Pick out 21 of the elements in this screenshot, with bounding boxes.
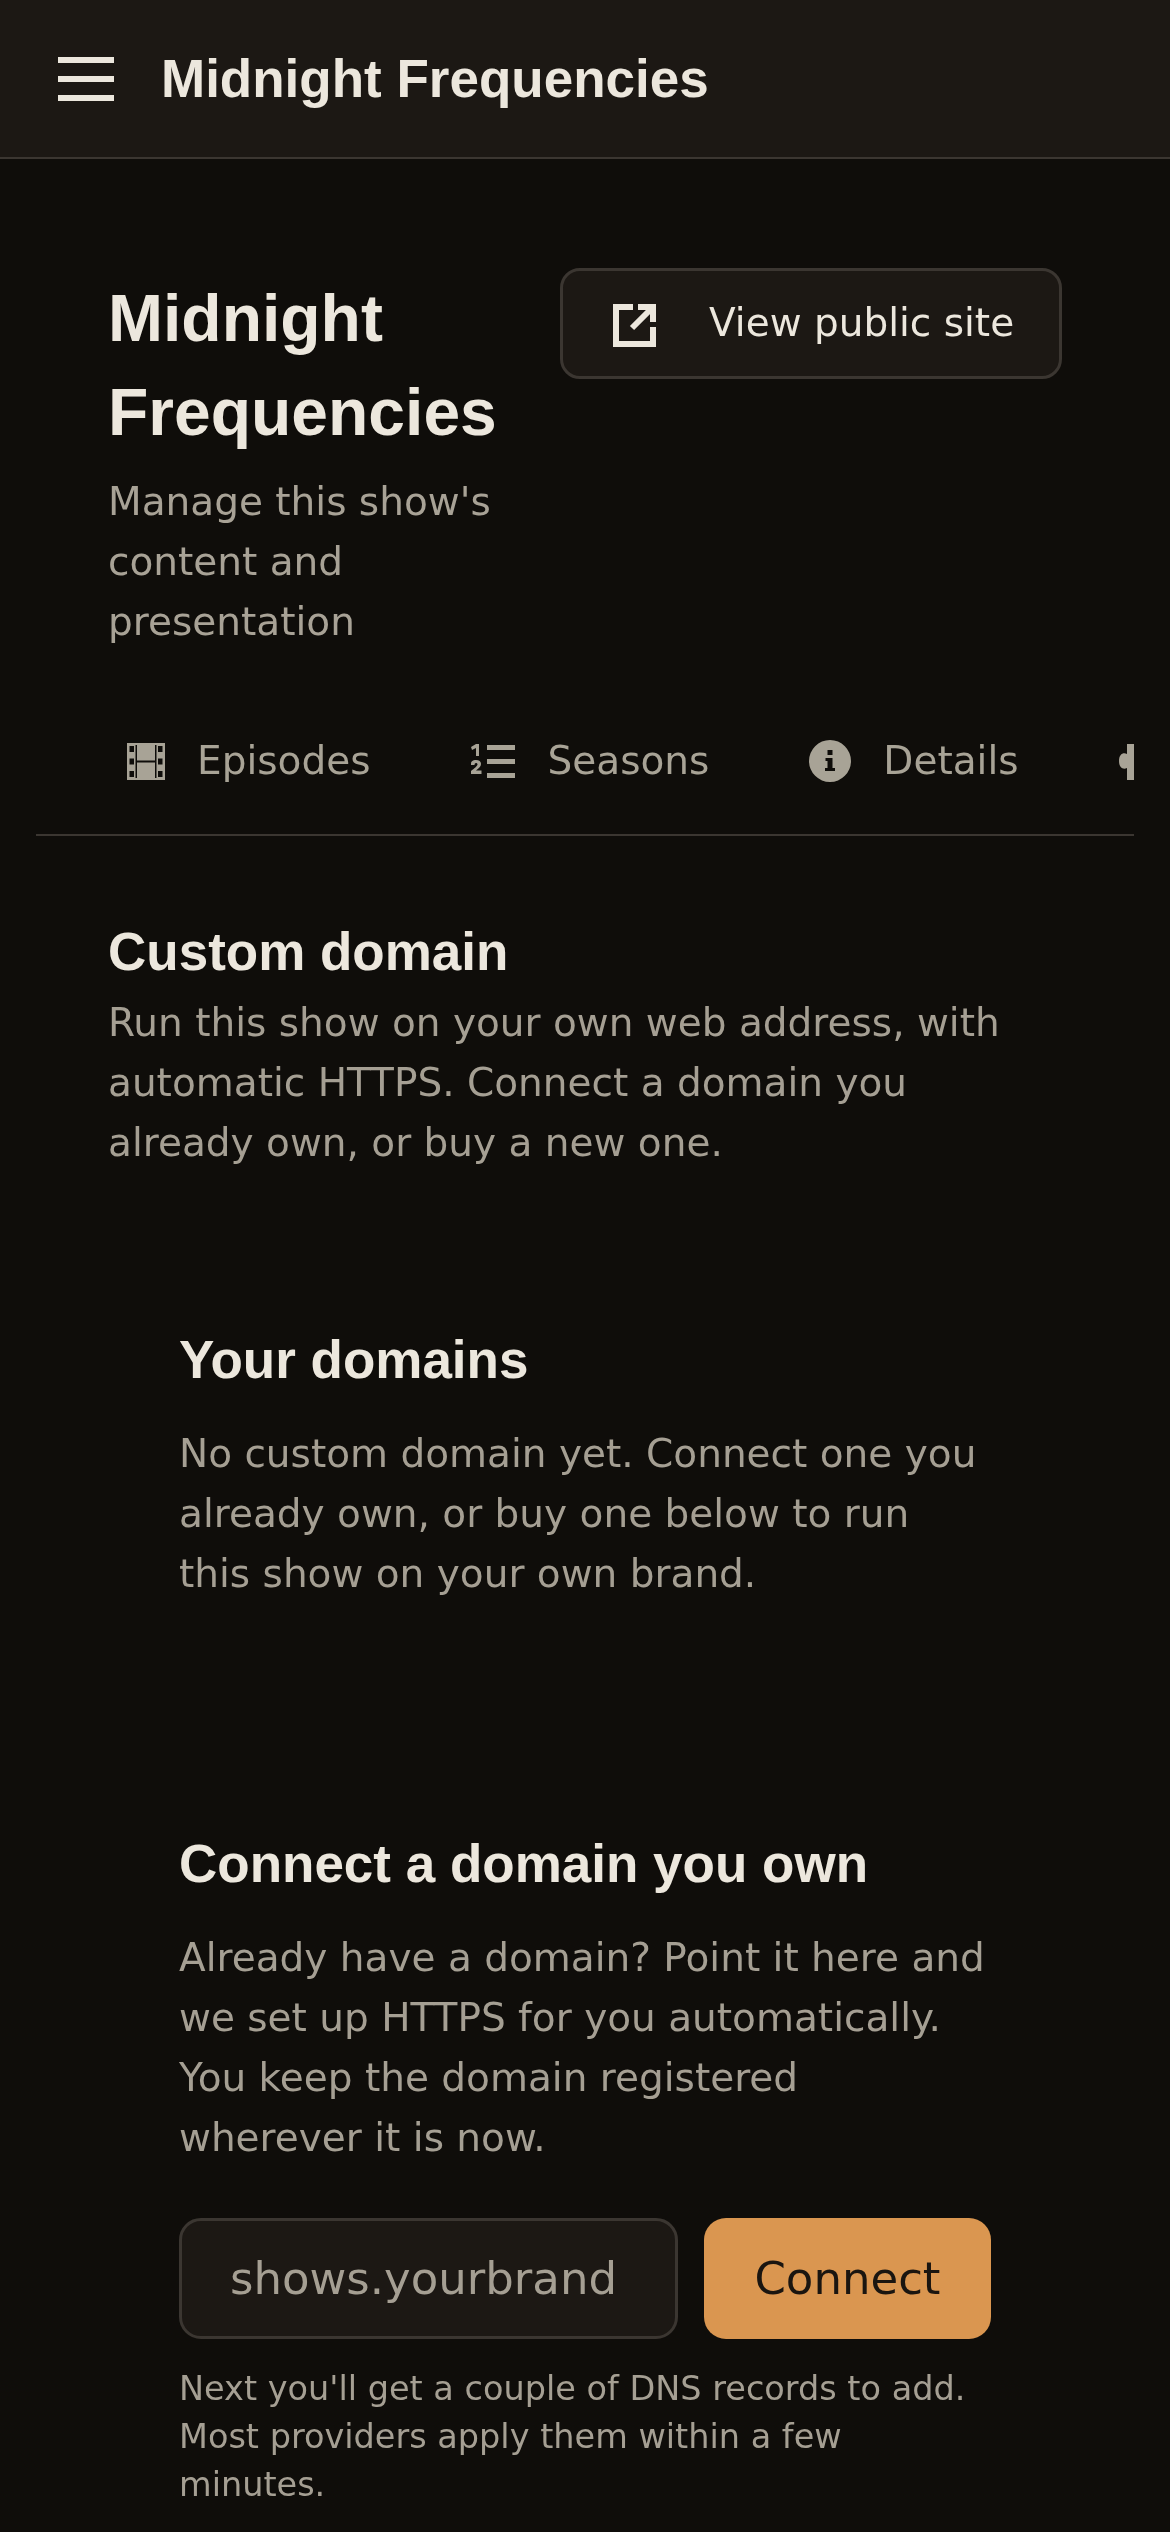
app-title: Midnight Frequencies xyxy=(161,47,709,110)
section-title: Custom domain xyxy=(108,921,510,983)
card-title: Your domains xyxy=(179,1329,530,1391)
card-title: Connect a domain you own xyxy=(179,1833,870,1895)
film-icon xyxy=(127,742,165,780)
tab[interactable]: Episodes xyxy=(77,692,421,834)
section-description: Run this show on your own web address, with automatic HTTPS. Connect a domain you already own, or buy a new one. xyxy=(108,999,1001,1167)
menu-button[interactable] xyxy=(58,56,114,101)
card-description: Already have a domain? Point it here and we set up HTTPS for you automatically. You keep the domain registered wherever it is now. xyxy=(179,1934,986,2162)
domain-input[interactable]: shows.yourbrand xyxy=(179,2218,678,2339)
tab[interactable]: Details xyxy=(759,692,1069,834)
numbered-list-icon xyxy=(470,743,516,779)
menu-icon xyxy=(58,56,114,101)
empty-state-message: No custom domain yet. Connect one you already own, or buy one below to run this show on your own brand. xyxy=(179,1430,978,1598)
show-title: Midnight Frequencies xyxy=(108,280,498,451)
info-icon xyxy=(809,740,852,782)
connect-button[interactable]: Connect xyxy=(704,2218,991,2339)
view-public-site-button[interactable]: View public site xyxy=(560,268,1062,379)
helper-text: Next you'll get a couple of DNS records to add. Most providers apply them within a few minutes. xyxy=(179,2368,967,2506)
show-subtitle: Manage this show's content and presentation xyxy=(108,478,492,646)
tab[interactable]: Seasons xyxy=(420,692,760,834)
